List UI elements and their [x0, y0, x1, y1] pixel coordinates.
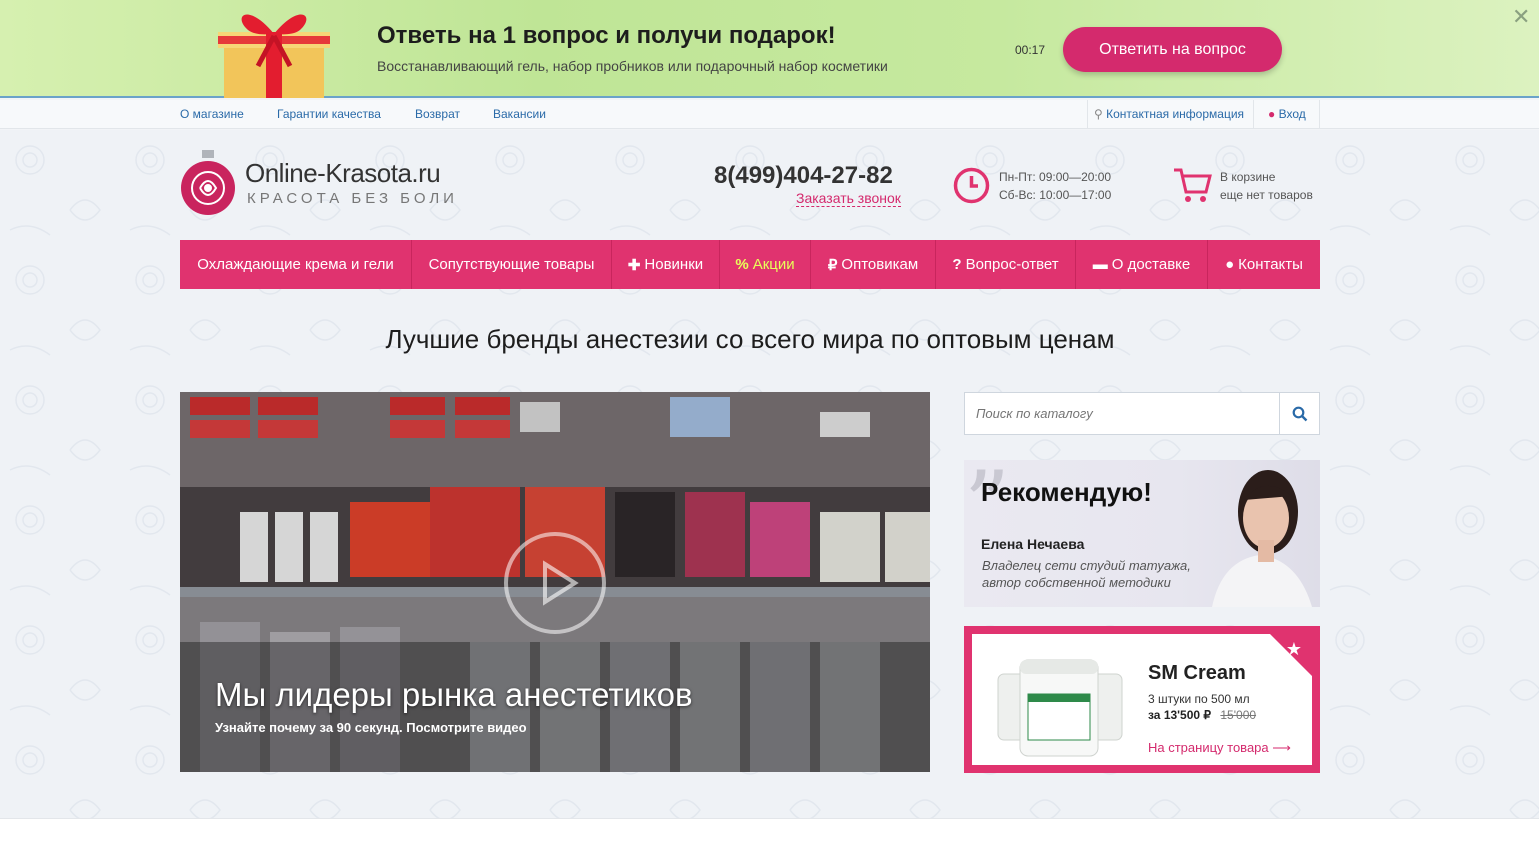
play-icon[interactable] [503, 531, 607, 635]
recommender-description: Владелец сети студий татуажа, автор собс… [982, 557, 1191, 591]
product-image [997, 659, 1123, 757]
cart-status[interactable]: В корзине еще нет товаров [1220, 168, 1313, 204]
recommender-name: Елена Нечаева [981, 536, 1085, 552]
promo-video[interactable]: Мы лидеры рынка анестетиков Узнайте поче… [180, 392, 930, 772]
contact-info-label: Контактная информация [1106, 107, 1245, 121]
nav-wholesale[interactable]: ₽ Оптовикам [811, 240, 936, 289]
page-headline: Лучшие бренды анестезии со всего мира по… [385, 324, 1115, 354]
catalog-search [964, 392, 1320, 435]
hours-weekdays: Пн-Пт: 09:00—20:00 [999, 170, 1112, 184]
search-input[interactable] [965, 393, 1279, 434]
price-current: 13'500 ₽ [1163, 708, 1212, 722]
desc-line2: автор собственной методики [982, 575, 1171, 590]
promo-title: Ответь на 1 вопрос и получи подарок! [377, 22, 836, 49]
gift-icon [218, 14, 330, 98]
recommend-title: Рекомендую! [981, 477, 1152, 507]
cart-icon[interactable] [1172, 166, 1212, 204]
divider [1253, 100, 1254, 129]
working-hours: Пн-Пт: 09:00—20:00 Сб-Вс: 10:00—17:00 [999, 168, 1111, 204]
nav-delivery[interactable]: ▬ О доставке [1076, 240, 1208, 289]
product-card-body: ★ SM Cream 3 штуки по 500 мл за 13'500 ₽… [972, 634, 1312, 765]
map-pin-icon: ● [1225, 256, 1235, 273]
promo-timer: 00:17 [1015, 43, 1046, 57]
map-pin-icon: ⚲ [1094, 107, 1103, 121]
cart-line1: В корзине [1220, 170, 1276, 184]
box-icon: ▬ [1092, 256, 1108, 273]
top-links-bar: О магазине Гарантии качества Возврат Вак… [0, 100, 1539, 129]
divider [1087, 100, 1088, 129]
hours-weekend: Сб-Вс: 10:00—17:00 [999, 188, 1112, 202]
user-icon: ● [1268, 107, 1276, 121]
link-quality[interactable]: Гарантии качества [277, 107, 381, 121]
nav-label: Охлаждающие крема и гели [197, 256, 394, 273]
link-return[interactable]: Возврат [415, 107, 460, 121]
nav-related-goods[interactable]: Сопутствующие товары [412, 240, 612, 289]
link-about[interactable]: О магазине [180, 107, 244, 121]
nav-label: Контакты [1238, 256, 1303, 273]
product-page-link[interactable]: На страницу товара ⟶ [1148, 740, 1291, 756]
price-old: 15'000 [1220, 708, 1257, 722]
product-name: SM Cream [1148, 662, 1246, 684]
close-icon[interactable]: ✕ [1512, 4, 1530, 30]
search-icon [1292, 406, 1307, 421]
contact-info-link[interactable]: ⚲ Контактная информация [1094, 107, 1244, 121]
nav-label: Сопутствующие товары [428, 256, 595, 273]
link-vacancies[interactable]: Вакансии [493, 107, 546, 121]
portrait-image [1212, 470, 1312, 607]
featured-product[interactable]: ★ SM Cream 3 штуки по 500 мл за 13'500 ₽… [964, 626, 1320, 773]
login-link[interactable]: ● Вход [1268, 107, 1306, 121]
main-nav: Охлаждающие крема и гели Сопутствующие т… [180, 240, 1320, 289]
video-title: Мы лидеры рынка анестетиков [215, 676, 693, 713]
video-subtitle: Узнайте почему за 90 секунд. Посмотрите … [215, 720, 527, 735]
nav-label: Акции [752, 256, 795, 273]
cart-line2: еще нет товаров [1220, 188, 1313, 202]
nav-new[interactable]: ✚ Новинки [612, 240, 720, 289]
page-bottom [0, 818, 1539, 850]
nav-label: Новинки [644, 256, 704, 273]
nav-label: О доставке [1111, 256, 1191, 273]
logo-name[interactable]: Online-Krasota.ru [245, 158, 441, 189]
callback-link[interactable]: Заказать звонок [796, 190, 901, 207]
logo-icon[interactable] [180, 150, 236, 216]
plus-icon: ✚ [627, 256, 641, 274]
nav-label: Оптовикам [841, 256, 919, 273]
product-price: за 13'500 ₽ 15'000 [1148, 708, 1256, 722]
question-icon: ? [952, 256, 962, 273]
desc-line1: Владелец сети студий татуажа, [982, 558, 1191, 573]
nav-cooling-creams[interactable]: Охлаждающие крема и гели [180, 240, 412, 289]
answer-question-button[interactable]: Ответить на вопрос [1063, 27, 1282, 72]
nav-contacts[interactable]: ● Контакты [1208, 240, 1320, 289]
promo-subtitle: Восстанавливающий гель, набор пробников … [377, 58, 888, 74]
divider [1319, 100, 1320, 129]
clock-icon [953, 167, 990, 204]
search-button[interactable] [1279, 393, 1319, 434]
nav-faq[interactable]: ? Вопрос-ответ [936, 240, 1076, 289]
star-icon: ★ [1285, 639, 1302, 659]
nav-label: Вопрос-ответ [965, 256, 1059, 273]
login-label: Вход [1278, 107, 1306, 121]
nav-sale[interactable]: % Акции [720, 240, 811, 289]
ruble-icon: ₽ [827, 256, 838, 274]
promo-banner: Ответь на 1 вопрос и получи подарок! Вос… [0, 0, 1539, 98]
phone-number[interactable]: 8(499)404-27-82 [714, 162, 893, 190]
recommendation-banner[interactable]: ” Рекомендую! Елена Нечаева Владелец сет… [964, 460, 1320, 607]
logo-tagline: КРАСОТА БЕЗ БОЛИ [247, 190, 458, 207]
product-description: 3 штуки по 500 мл [1148, 692, 1250, 706]
price-prefix: за [1148, 708, 1161, 722]
percent-icon: % [735, 256, 749, 273]
